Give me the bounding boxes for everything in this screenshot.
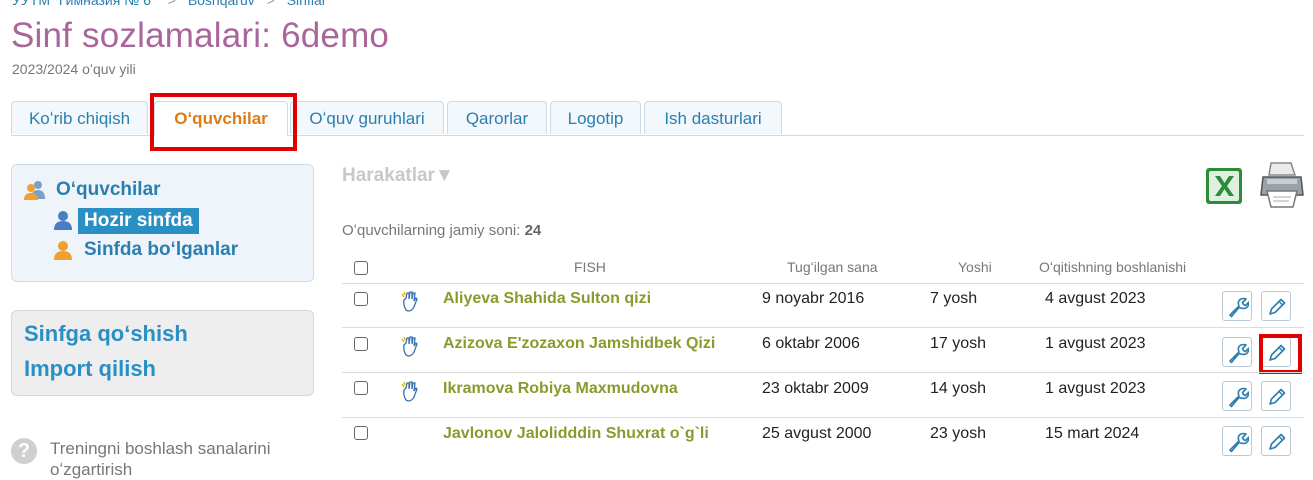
birth-date: 25 avgust 2000 — [762, 425, 872, 442]
wrench-icon — [1229, 297, 1249, 318]
help-icon: ? — [11, 438, 37, 464]
wrench-icon — [1229, 343, 1249, 364]
select-all-checkbox[interactable] — [354, 261, 368, 275]
edit-button[interactable] — [1261, 426, 1291, 456]
start-date: 1 avgust 2023 — [1045, 335, 1146, 352]
import-link[interactable]: Import qilish — [24, 356, 156, 382]
column-header-age[interactable]: Yoshi — [958, 259, 992, 275]
tab-overview[interactable]: Koʻrib chiqish — [11, 101, 148, 134]
wrench-icon — [1229, 387, 1249, 408]
student-former-icon — [54, 241, 72, 260]
hand-wave-icon — [401, 291, 418, 312]
tab-study-groups[interactable]: Oʻquv guruhlari — [290, 101, 444, 134]
table-divider — [342, 283, 1304, 284]
tab-decisions[interactable]: Qarorlar — [447, 101, 547, 134]
age: 17 yosh — [930, 335, 987, 352]
age: 23 yosh — [930, 425, 987, 442]
help-text[interactable]: Treningni boshlash sanalarini oʻzgartiri… — [50, 438, 300, 480]
row-checkbox[interactable] — [354, 426, 368, 440]
student-name-link[interactable]: Javlonov Jalolidddin Shuxrat o`g`li — [443, 425, 709, 443]
sidebar-item-students[interactable]: Oʻquvchilar — [56, 179, 161, 201]
column-header-name[interactable]: FISH — [574, 259, 606, 275]
age: 7 yosh — [930, 290, 978, 307]
table-divider — [342, 372, 1304, 373]
breadcrumb-admin[interactable]: Boshqaruv — [188, 0, 255, 8]
table-divider — [342, 417, 1304, 418]
edit-button[interactable] — [1261, 381, 1291, 411]
page-title: Sinf sozlamalari: 6demo — [11, 16, 390, 55]
column-header-birthdate[interactable]: Tugʻilgan sana — [787, 259, 878, 275]
tab-work-programs[interactable]: Ish dasturlari — [644, 101, 782, 134]
page-subtitle: 2023/2024 oʻquv yili — [12, 61, 136, 77]
students-group-icon — [24, 181, 45, 200]
breadcrumb: УУТМ "Гимназия № 6" > Boshqaruv > Sinfla… — [12, 0, 334, 8]
breadcrumb-separator: > — [266, 0, 275, 8]
excel-export-icon[interactable] — [1205, 167, 1243, 205]
students-count: Oʻquvchilarning jamiy soni: 24 — [342, 222, 541, 239]
students-count-label: Oʻquvchilarning jamiy soni: — [342, 222, 525, 239]
row-checkbox[interactable] — [354, 381, 368, 395]
breadcrumb-separator: > — [167, 0, 176, 8]
settings-button[interactable] — [1222, 291, 1252, 321]
actions-dropdown[interactable]: Harakatlar▼ — [342, 165, 454, 187]
student-name-link[interactable]: Ikramova Robiya Maxmudovna — [443, 380, 678, 398]
hand-wave-icon — [401, 381, 418, 402]
table-divider — [342, 327, 1304, 328]
students-count-value: 24 — [524, 222, 542, 239]
row-checkbox[interactable] — [354, 337, 368, 351]
start-date: 15 mart 2024 — [1045, 425, 1140, 442]
pencil-icon — [1269, 433, 1286, 450]
pencil-icon — [1269, 388, 1286, 405]
start-date: 1 avgust 2023 — [1045, 380, 1146, 397]
breadcrumb-classes[interactable]: Sinflar — [287, 0, 327, 8]
edit-button[interactable] — [1261, 291, 1291, 321]
age: 14 yosh — [930, 380, 987, 397]
row-checkbox[interactable] — [354, 292, 368, 306]
settings-button[interactable] — [1222, 381, 1252, 411]
wrench-icon — [1229, 432, 1249, 453]
breadcrumb-school[interactable]: УУТМ "Гимназия № 6" — [12, 0, 156, 8]
settings-button[interactable] — [1222, 337, 1252, 367]
sidebar-item-former[interactable]: Sinfda boʻlganlar — [84, 239, 238, 261]
student-present-icon — [54, 211, 72, 230]
student-name-link[interactable]: Azizova E'zozaxon Jamshidbek Qizi — [443, 335, 715, 353]
student-name-link[interactable]: Aliyeva Shahida Sulton qizi — [443, 290, 651, 308]
birth-date: 9 noyabr 2016 — [762, 290, 865, 307]
sidebar-item-current[interactable]: Hozir sinfda — [78, 208, 199, 234]
pencil-icon — [1269, 298, 1286, 315]
highlight-box-edit-button — [1259, 334, 1302, 374]
settings-button[interactable] — [1222, 426, 1252, 456]
add-to-class-link[interactable]: Sinfga qoʻshish — [24, 321, 188, 347]
hand-wave-icon — [401, 336, 418, 357]
start-date: 4 avgust 2023 — [1045, 290, 1146, 307]
highlight-box-students-tab — [150, 93, 297, 151]
birth-date: 23 oktabr 2009 — [762, 380, 869, 397]
birth-date: 6 oktabr 2006 — [762, 335, 860, 352]
tab-logo[interactable]: Logotip — [550, 101, 641, 134]
printer-icon[interactable] — [1259, 161, 1305, 209]
column-header-start-date[interactable]: Oʻqitishning boshlanishi — [1039, 259, 1186, 275]
